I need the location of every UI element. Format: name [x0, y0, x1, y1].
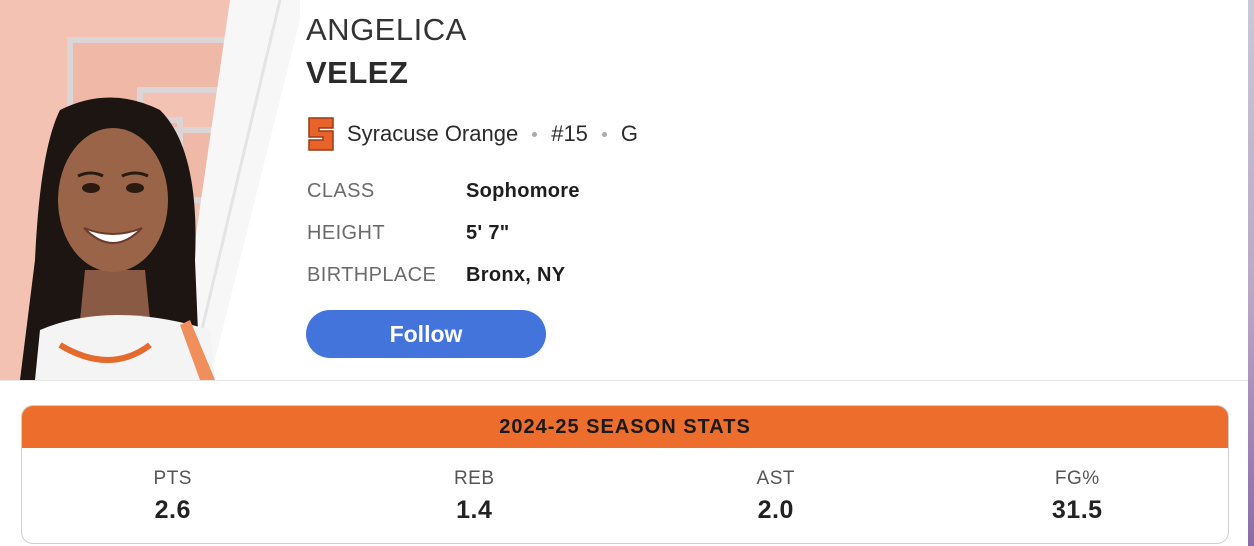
- info-row-height: HEIGHT 5' 7": [307, 218, 510, 248]
- info-label: HEIGHT: [307, 221, 385, 244]
- stat-value: 31.5: [1051, 496, 1103, 524]
- info-value: 5' 7": [466, 221, 510, 244]
- player-headshot-image: [0, 0, 300, 380]
- player-last-name: VELEZ: [306, 55, 409, 90]
- separator-dot: [532, 131, 538, 137]
- stat-label: AST: [756, 468, 795, 489]
- season-stats-title: 2024-25 SEASON STATS: [22, 406, 1228, 448]
- window-edge: [1248, 0, 1254, 546]
- stat-value: 1.4: [456, 496, 493, 524]
- info-value: Bronx, NY: [466, 263, 566, 286]
- stat-reb: REB 1.4: [324, 448, 626, 543]
- player-page: ANGELICA VELEZ Syracuse Orange #15 G CLA…: [0, 0, 1248, 546]
- stat-value: 2.0: [757, 496, 794, 524]
- info-label: CLASS: [307, 179, 375, 202]
- info-row-birthplace: BIRTHPLACE Bronx, NY: [307, 260, 565, 290]
- season-stats-card: 2024-25 SEASON STATS PTS 2.6 REB 1.4 AST…: [21, 405, 1229, 544]
- player-photo: [0, 0, 300, 380]
- stat-pts: PTS 2.6: [22, 448, 324, 543]
- info-row-class: CLASS Sophomore: [307, 176, 580, 206]
- stat-ast: AST 2.0: [625, 448, 927, 543]
- syracuse-s-logo-icon: [307, 115, 337, 153]
- info-value: Sophomore: [466, 179, 580, 202]
- jersey-number: #15: [551, 121, 588, 146]
- stats-row: PTS 2.6 REB 1.4 AST 2.0 FG% 31.5: [22, 448, 1229, 543]
- stat-value: 2.6: [154, 496, 191, 524]
- stat-fg-pct: FG% 31.5: [927, 448, 1229, 543]
- stat-label: PTS: [153, 468, 192, 489]
- info-label: BIRTHPLACE: [307, 263, 437, 286]
- follow-button[interactable]: Follow: [306, 310, 546, 358]
- stat-label: FG%: [1054, 468, 1100, 489]
- separator-dot: [601, 131, 607, 137]
- team-name-link[interactable]: Syracuse Orange: [347, 121, 518, 147]
- player-first-name: ANGELICA: [306, 12, 467, 47]
- player-header: ANGELICA VELEZ Syracuse Orange #15 G CLA…: [0, 0, 1248, 381]
- stat-label: REB: [453, 468, 495, 489]
- player-position: G: [620, 121, 639, 146]
- team-info-row: Syracuse Orange #15 G: [307, 114, 638, 154]
